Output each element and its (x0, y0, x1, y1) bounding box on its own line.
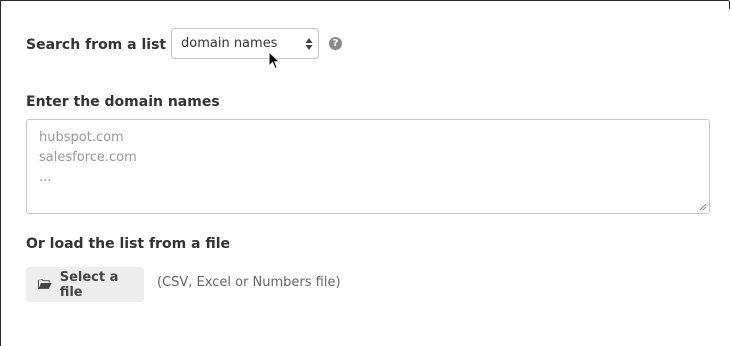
placeholder-line: ... (39, 170, 52, 185)
select-file-button[interactable]: Select a file (26, 267, 144, 302)
select-value: domain names (181, 36, 278, 51)
select-arrows-icon (305, 38, 313, 50)
folder-open-icon (38, 279, 52, 289)
help-icon[interactable]: ? (329, 37, 342, 50)
search-label: Search from a list of (26, 36, 187, 53)
domains-label: Enter the domain names (26, 94, 220, 110)
placeholder-line: hubspot.com (39, 130, 124, 145)
file-label: Or load the list from a file (26, 236, 231, 252)
search-row: Search from a list of (26, 28, 187, 61)
domains-textarea[interactable]: hubspot.com salesforce.com ... (26, 119, 710, 214)
resize-grip-icon[interactable] (699, 203, 707, 211)
file-type-hint: (CSV, Excel or Numbers file) (157, 275, 341, 290)
mouse-cursor-icon (268, 51, 281, 70)
select-file-label: Select a file (59, 269, 119, 300)
placeholder-line: salesforce.com (39, 150, 137, 165)
list-type-select[interactable]: domain names (171, 28, 319, 59)
